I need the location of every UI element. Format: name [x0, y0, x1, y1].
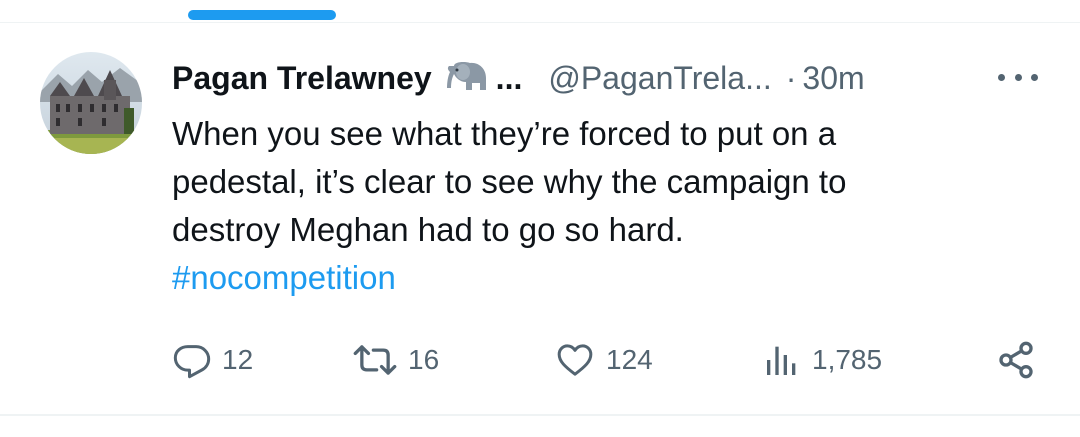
name-truncation: ...: [495, 59, 523, 96]
tweet-timestamp[interactable]: 30m: [802, 60, 864, 97]
views-icon: [767, 346, 796, 375]
repost-button[interactable]: 16: [352, 336, 439, 384]
avatar[interactable]: [40, 52, 142, 154]
more-icon-dot: [1031, 73, 1038, 81]
author-handle[interactable]: @PaganTrela...: [548, 60, 771, 97]
like-button[interactable]: 124: [554, 336, 653, 384]
more-icon: [998, 73, 1005, 81]
like-count: 124: [606, 344, 653, 375]
more-button[interactable]: [996, 62, 1040, 92]
reply-button[interactable]: 12: [172, 336, 253, 384]
hashtag-link[interactable]: #nocompetition: [172, 254, 1032, 302]
tweet-header: Pagan Trelawney ... @PaganTrela... · 30m: [172, 55, 865, 101]
repost-count: 16: [408, 344, 440, 375]
elephant-icon: [442, 60, 488, 96]
more-icon-dot: [1014, 73, 1022, 81]
divider: [0, 414, 1080, 416]
heart-icon: [557, 344, 593, 376]
tweet-text-line: destroy Meghan had to go so hard.: [172, 211, 684, 248]
separator: ·: [785, 59, 797, 96]
action-bar: 12 16 124 1,785: [0, 336, 1080, 384]
tweet-text-line: pedestal, it’s clear to see why the camp…: [172, 163, 847, 200]
reply-count: 12: [222, 344, 254, 375]
avatar-castle-image: [40, 52, 142, 154]
views-count: 1,785: [812, 344, 883, 375]
tweet-text-line: When you see what they’re forced to put …: [172, 115, 837, 152]
repost-icon: [353, 345, 397, 375]
share-button[interactable]: [996, 336, 1036, 384]
divider: [0, 22, 1080, 23]
tab-indicator: [188, 10, 336, 20]
author-name[interactable]: Pagan Trelawney: [172, 60, 432, 97]
share-icon: [999, 341, 1033, 379]
views-button[interactable]: 1,785: [762, 336, 882, 384]
tweet-text: When you see what they’re forced to put …: [172, 110, 1032, 302]
reply-icon: [173, 345, 211, 379]
